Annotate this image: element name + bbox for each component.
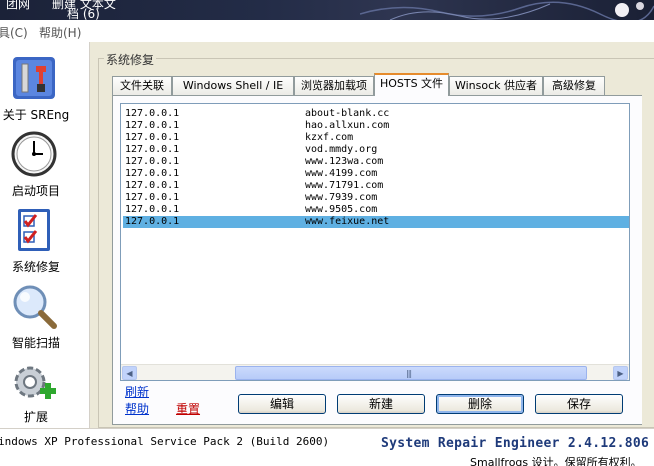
host-ip: 127.0.0.1: [125, 156, 180, 167]
group-title: 系统修复: [104, 51, 157, 68]
app-version-text: System Repair Engineer 2.4.12.806: [381, 436, 650, 451]
host-ip: 127.0.0.1: [125, 168, 180, 179]
host-ip: 127.0.0.1: [125, 180, 180, 191]
host-ip: 127.0.0.1: [125, 144, 180, 155]
scroll-left-icon[interactable]: ◀: [122, 366, 137, 380]
list-item[interactable]: 127.0.0.1 www.71791.com: [123, 180, 629, 192]
sidebar-item-about[interactable]: 关于 SREng: [0, 54, 90, 124]
menu-bar: 具(C) 帮助(H): [0, 20, 654, 42]
host-name: www.123wa.com: [305, 156, 384, 167]
banner-decoration: [360, 1, 654, 20]
list-item[interactable]: 127.0.0.1 www.123wa.com: [123, 156, 629, 168]
horizontal-scrollbar[interactable]: ◀ ||| ▶: [121, 364, 629, 380]
sidebar-item-system-repair[interactable]: 系统修复: [0, 206, 90, 276]
tab-advanced-repair[interactable]: 高级修复: [543, 76, 605, 95]
sidebar-item-smart-scan[interactable]: 智能扫描: [0, 282, 90, 352]
tab-winsock-provider[interactable]: Winsock 供应者: [449, 76, 543, 95]
tab-hosts-file[interactable]: HOSTS 文件: [374, 73, 449, 96]
host-ip: 127.0.0.1: [125, 132, 180, 143]
sidebar-item-startup[interactable]: 启动项目: [0, 130, 90, 200]
host-name: kzxf.com: [305, 132, 354, 143]
host-name: www.71791.com: [305, 180, 384, 191]
sidebar-label-startup: 启动项目: [11, 184, 60, 198]
list-item[interactable]: 127.0.0.1 www.7939.com: [123, 192, 629, 204]
list-item[interactable]: 127.0.0.1 www.4199.com: [123, 168, 629, 180]
tools-icon: [13, 57, 55, 99]
host-name: www.4199.com: [305, 168, 378, 179]
sidebar-label-smart-scan: 智能扫描: [11, 336, 60, 350]
banner-text-3: 档 (6): [67, 7, 100, 20]
list-item[interactable]: 127.0.0.1 vod.mmdy.org: [123, 144, 629, 156]
host-name: www.7939.com: [305, 192, 378, 203]
host-name: hao.allxun.com: [305, 120, 390, 131]
checklist-icon: [18, 209, 50, 251]
hosts-list[interactable]: 127.0.0.1 about-blank.cc 127.0.0.1 hao.all…: [120, 103, 630, 381]
banner-text-1: 团网: [6, 0, 31, 11]
host-ip: 127.0.0.1: [125, 120, 180, 131]
sidebar: 关于 SREng 启动项目 系统修复 智能扫描 扩展: [0, 42, 90, 428]
edit-button[interactable]: 编辑: [238, 394, 326, 414]
sidebar-label-about: 关于 SREng: [2, 108, 70, 122]
gear-plus-icon: [14, 366, 56, 399]
clock-icon: [11, 131, 57, 177]
host-name: about-blank.cc: [305, 108, 390, 119]
host-ip: 127.0.0.1: [125, 108, 180, 119]
scroll-thumb[interactable]: |||: [235, 366, 587, 380]
copyright-text: Smallfrogs 设计。保留所有权利。: [470, 456, 642, 466]
scroll-right-icon[interactable]: ▶: [613, 366, 628, 380]
menu-tools[interactable]: 具(C): [0, 24, 28, 41]
title-banner: 团网 删建 文本文 档 (6): [0, 0, 654, 20]
tab-file-association[interactable]: 文件关联: [112, 76, 172, 95]
list-item[interactable]: 127.0.0.1 kzxf.com: [123, 132, 629, 144]
host-name: vod.mmdy.org: [305, 144, 378, 155]
new-button[interactable]: 新建: [337, 394, 425, 414]
reset-link[interactable]: 重置: [176, 400, 200, 417]
help-link[interactable]: 帮助: [125, 400, 149, 417]
host-ip: 127.0.0.1: [125, 216, 180, 227]
magnifier-icon: [13, 285, 57, 329]
scroll-grip-icon: |||: [406, 369, 412, 378]
sidebar-label-system-repair: 系统修复: [11, 260, 60, 274]
host-ip: 127.0.0.1: [125, 204, 180, 215]
host-ip: 127.0.0.1: [125, 192, 180, 203]
sidebar-item-extensions[interactable]: 扩展: [0, 358, 90, 424]
sidebar-label-extensions: 扩展: [23, 410, 48, 424]
refresh-link[interactable]: 刷新: [125, 383, 149, 400]
menu-help[interactable]: 帮助(H): [39, 24, 81, 41]
host-name: www.9505.com: [305, 204, 378, 215]
list-item-selected[interactable]: 127.0.0.1 www.feixue.net: [123, 216, 629, 228]
delete-button[interactable]: 删除: [436, 394, 524, 414]
tab-windows-shell-ie[interactable]: Windows Shell / IE: [172, 76, 294, 95]
save-button[interactable]: 保存: [535, 394, 623, 414]
os-version-text: indows XP Professional Service Pack 2 (B…: [0, 435, 330, 448]
list-item[interactable]: 127.0.0.1 hao.allxun.com: [123, 120, 629, 132]
list-item[interactable]: 127.0.0.1 www.9505.com: [123, 204, 629, 216]
tab-browser-addons[interactable]: 浏览器加载项: [294, 76, 374, 95]
host-name: www.feixue.net: [305, 216, 390, 227]
list-item[interactable]: 127.0.0.1 about-blank.cc: [123, 108, 629, 120]
